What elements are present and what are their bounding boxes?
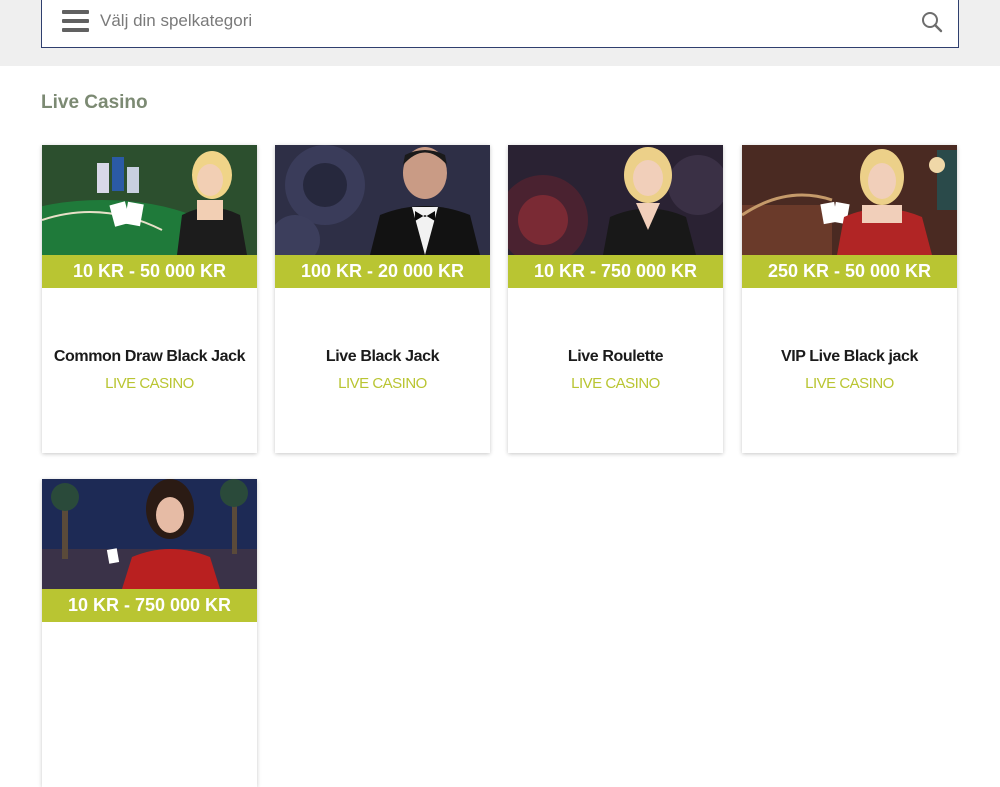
game-name[interactable]: Common Draw Black Jack: [42, 348, 257, 366]
game-name[interactable]: VIP Live Black jack: [742, 348, 957, 366]
game-thumbnail[interactable]: [275, 145, 490, 255]
bet-range: 10 KR - 50 000 KR: [42, 255, 257, 288]
game-category[interactable]: LIVE CASINO: [275, 375, 490, 392]
game-category[interactable]: LIVE CASINO: [742, 375, 957, 392]
game-category[interactable]: LIVE CASINO: [508, 375, 723, 392]
game-thumbnail[interactable]: [508, 145, 723, 255]
game-category[interactable]: LIVE CASINO: [42, 375, 257, 392]
game-card[interactable]: 250 KR - 50 000 KR VIP Live Black jack L…: [742, 145, 957, 453]
search-placeholder: Välj din spelkategori: [100, 11, 253, 30]
game-card[interactable]: 100 KR - 20 000 KR Live Black Jack LIVE …: [275, 145, 490, 453]
game-name[interactable]: Live Black Jack: [275, 348, 490, 366]
category-search-bar[interactable]: Välj din spelkategori: [41, 0, 959, 48]
bet-range: 250 KR - 50 000 KR: [742, 255, 957, 288]
game-card[interactable]: 10 KR - 750 000 KR: [42, 479, 257, 787]
game-card[interactable]: 10 KR - 50 000 KR Common Draw Black Jack…: [42, 145, 257, 453]
search-icon[interactable]: [920, 10, 944, 34]
hamburger-menu-icon[interactable]: [62, 10, 89, 32]
bet-range: 10 KR - 750 000 KR: [42, 589, 257, 622]
game-thumbnail[interactable]: [42, 145, 257, 255]
game-thumbnail[interactable]: [742, 145, 957, 255]
bet-range: 100 KR - 20 000 KR: [275, 255, 490, 288]
game-thumbnail[interactable]: [42, 479, 257, 589]
section-title: Live Casino: [41, 92, 148, 113]
bet-range: 10 KR - 750 000 KR: [508, 255, 723, 288]
game-name[interactable]: Live Roulette: [508, 348, 723, 366]
game-card[interactable]: 10 KR - 750 000 KR Live Roulette LIVE CA…: [508, 145, 723, 453]
